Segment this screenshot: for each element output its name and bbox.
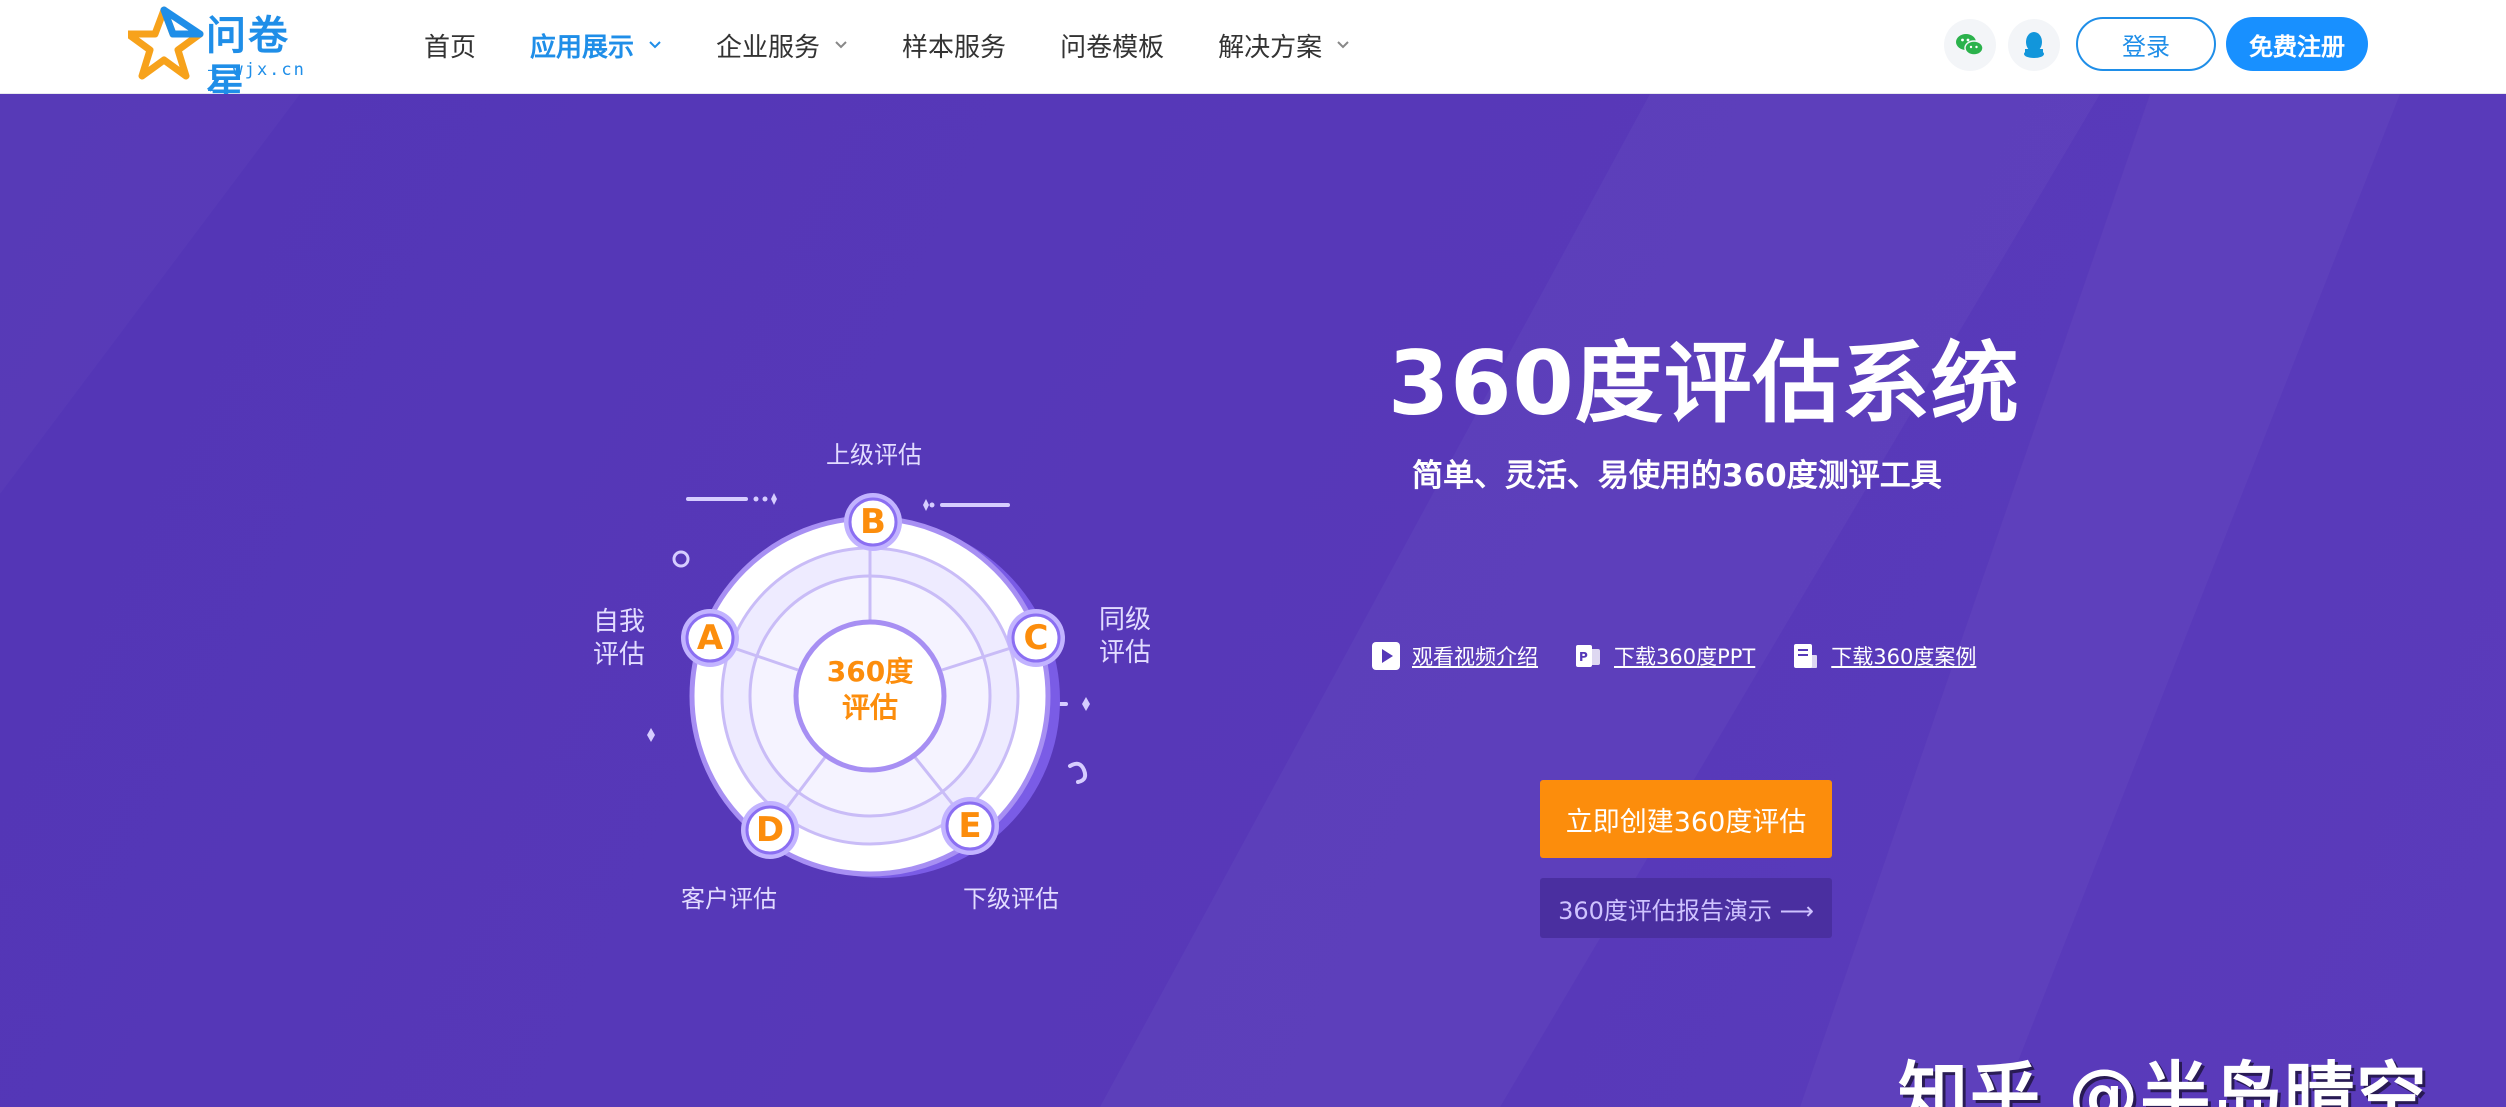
zhihu-watermark: 知乎 @半岛晴空 [1898,1054,2429,1107]
create-evaluation-button[interactable]: 立即创建360度评估 [1540,780,1832,858]
wjx-logo[interactable]: 问卷星 — wjx.cn — [128,6,328,107]
chevron-down-icon [648,38,662,52]
hero-subtitle: 简单、灵活、易使用的360度测评工具 [1412,458,1942,494]
360-evaluation-diagram: B A C D E 360度 评估 上级评估 自我 评估 同级 评估 客户评估 … [560,328,1180,948]
center-label-line2: 评估 [841,691,898,724]
center-label-line1: 360度 [826,655,914,688]
node-letter-a: A [696,618,724,658]
diagram-center-label: 360度 评估 [796,654,944,726]
node-letter-c: C [1023,618,1049,658]
nav-item-label: 样本服务 [902,32,1007,63]
label-customer: 客户评估 [681,885,777,913]
top-navigation-bar: 问卷星 — wjx.cn — 首页 应用展示 企业服务 样本服务 问卷模板 解决… [0,0,2506,107]
nav-item-label: 首页 [424,32,477,63]
chevron-down-icon [834,38,848,52]
label-peer-line2: 评估 [1098,638,1151,668]
resource-links: 观看视频介绍 P 下载360度PPT 下载360度案例 [1370,640,2010,672]
nav-item-templates[interactable]: 问卷模板 [1060,27,1164,64]
label-self-line1: 自我 [592,607,645,637]
nav-item-sample-service[interactable]: 样本服务 [902,27,1006,64]
nav-item-applications[interactable]: 应用展示 [530,27,662,64]
watch-video-link[interactable]: 观看视频介绍 [1370,640,1538,672]
label-peer-line1: 同级 [1098,605,1151,635]
nav-item-label: 应用展示 [530,32,635,63]
background-decoration [0,94,2506,1107]
label-peer: 同级 评估 [1090,604,1160,670]
link-label: 观看视频介绍 [1412,645,1538,669]
svg-text:P: P [1579,650,1588,664]
main-nav: 首页 应用展示 企业服务 样本服务 问卷模板 解决方案 [424,0,1404,90]
star-logo-icon [128,6,204,80]
link-label: 下载360度PPT [1614,645,1756,669]
nav-item-home[interactable]: 首页 [424,27,476,64]
nav-item-enterprise[interactable]: 企业服务 [716,27,848,64]
label-superior: 上级评估 [826,441,922,469]
nav-item-label: 问卷模板 [1060,32,1165,63]
node-letter-e: E [958,806,982,846]
hero-title: 360度评估系统 [1388,332,2020,435]
nav-item-solutions[interactable]: 解决方案 [1218,27,1350,64]
login-button[interactable]: 登录 [2076,17,2216,71]
wechat-icon[interactable] [1944,19,1996,71]
ppt-icon: P [1572,640,1604,672]
label-self-line2: 评估 [592,640,645,670]
qq-icon[interactable] [2008,19,2060,71]
nav-item-label: 解决方案 [1218,32,1323,63]
node-letter-b: B [860,502,886,542]
register-button[interactable]: 免费注册 [2226,17,2368,71]
report-demo-button[interactable]: 360度评估报告演示 ⟶ [1540,878,1832,938]
download-case-link[interactable]: 下载360度案例 [1789,640,1976,672]
link-label: 下载360度案例 [1831,645,1977,669]
label-self: 自我 评估 [584,606,654,672]
hero-banner: B A C D E 360度 评估 上级评估 自我 评估 同级 评估 客户评估 … [0,94,2506,1107]
play-icon [1370,640,1402,672]
chevron-down-icon [1336,38,1350,52]
node-letter-d: D [755,810,785,850]
label-subordinate: 下级评估 [963,885,1059,913]
download-ppt-link[interactable]: P 下载360度PPT [1572,640,1755,672]
document-icon [1789,640,1821,672]
nav-item-label: 企业服务 [716,32,821,63]
